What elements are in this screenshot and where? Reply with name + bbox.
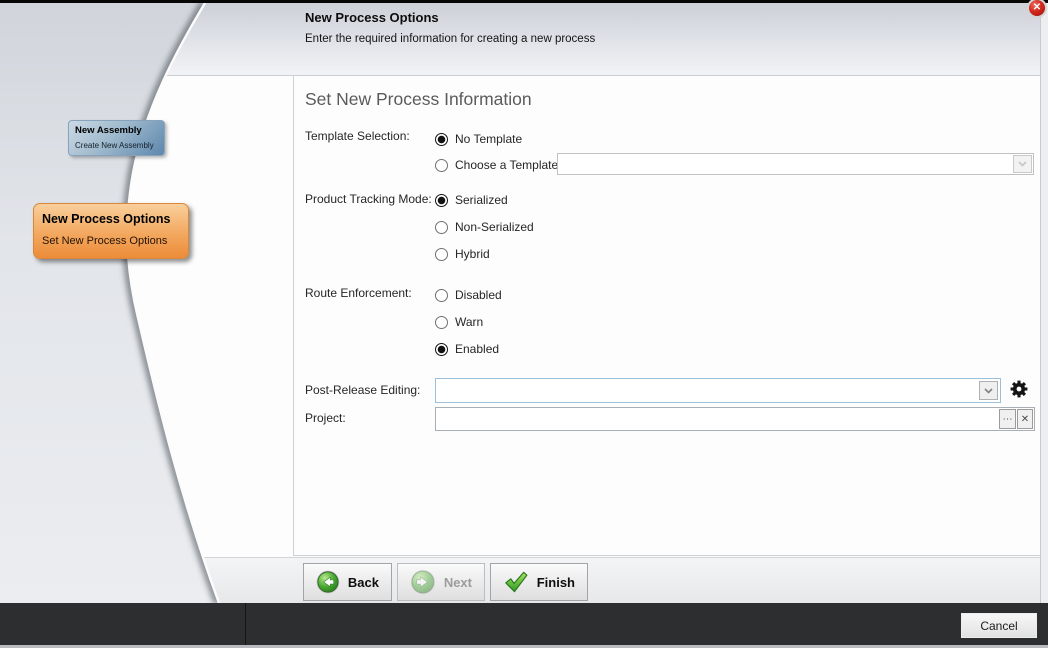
step-title: New Process Options	[42, 212, 180, 226]
radio-button-icon[interactable]	[435, 159, 448, 172]
project-field[interactable]: ⋯ ✕	[435, 407, 1035, 431]
radio-warn[interactable]: Warn	[435, 314, 483, 330]
radio-enabled[interactable]: Enabled	[435, 341, 499, 357]
wizard-step-new-assembly: New Assembly Create New Assembly	[68, 120, 165, 156]
product-tracking-mode-label: Product Tracking Mode:	[305, 192, 432, 206]
template-combobox[interactable]	[557, 153, 1034, 175]
radio-label: No Template	[455, 132, 522, 146]
next-button-label: Next	[444, 575, 472, 590]
radio-button-icon[interactable]	[435, 316, 448, 329]
radio-label: Disabled	[455, 288, 502, 302]
template-selection-label: Template Selection:	[305, 129, 410, 143]
cancel-button[interactable]: Cancel	[961, 613, 1037, 638]
content-panel	[293, 75, 1040, 556]
bottom-dark-bar	[0, 603, 1048, 645]
radio-hybrid[interactable]: Hybrid	[435, 246, 490, 262]
step-title: New Assembly	[75, 125, 158, 136]
ellipsis-icon: ⋯	[1003, 414, 1013, 425]
radio-label: Choose a Template	[455, 158, 558, 172]
project-clear-button[interactable]: ✕	[1017, 409, 1033, 429]
page-title: Set New Process Information	[305, 89, 532, 110]
radio-disabled[interactable]: Disabled	[435, 287, 502, 303]
wizard-step-new-process-options: New Process Options Set New Process Opti…	[33, 203, 189, 259]
radio-label: Hybrid	[455, 247, 490, 261]
step-subtitle: Set New Process Options	[42, 235, 180, 247]
radio-no-template[interactable]: No Template	[435, 131, 522, 147]
dropdown-button[interactable]	[979, 381, 998, 400]
post-release-editing-label: Post-Release Editing:	[305, 383, 420, 397]
window-right-border	[1040, 3, 1048, 603]
project-label: Project:	[305, 411, 346, 425]
close-icon: ✕	[1033, 2, 1041, 13]
radio-button-icon[interactable]	[435, 248, 448, 261]
radio-label: Warn	[455, 315, 483, 329]
back-button-label: Back	[348, 575, 379, 590]
radio-button-icon[interactable]	[435, 221, 448, 234]
window-top-border	[0, 0, 1048, 3]
radio-button-icon[interactable]	[435, 343, 448, 356]
cancel-button-label: Cancel	[980, 619, 1017, 633]
clear-x-icon: ✕	[1021, 414, 1029, 425]
radio-label: Enabled	[455, 342, 499, 356]
wizard-window: New Assembly Create New Assembly New Pro…	[0, 0, 1048, 648]
project-browse-button[interactable]: ⋯	[999, 409, 1016, 429]
dialog-title: New Process Options	[305, 10, 439, 25]
radio-serialized[interactable]: Serialized	[435, 192, 508, 208]
finish-button-label: Finish	[537, 575, 575, 590]
radio-label: Serialized	[455, 193, 508, 207]
finish-button[interactable]: Finish	[490, 563, 588, 601]
radio-non-serialized[interactable]: Non-Serialized	[435, 219, 534, 235]
finish-check-icon	[503, 569, 529, 595]
step-subtitle: Create New Assembly	[75, 141, 158, 150]
wizard-sidebar-curve	[0, 3, 260, 603]
chevron-down-icon	[1018, 161, 1027, 167]
radio-button-icon[interactable]	[435, 133, 448, 146]
radio-button-icon[interactable]	[435, 194, 448, 207]
bottom-bar-divider	[245, 603, 246, 645]
gear-icon[interactable]	[1009, 379, 1029, 399]
next-arrow-icon	[410, 569, 436, 595]
radio-label: Non-Serialized	[455, 220, 534, 234]
back-button[interactable]: Back	[303, 563, 392, 601]
back-arrow-icon	[316, 569, 340, 595]
radio-choose-template[interactable]: Choose a Template	[435, 157, 558, 173]
post-release-editing-combobox[interactable]	[435, 378, 1001, 403]
next-button-disabled[interactable]: Next	[397, 563, 485, 601]
radio-button-icon[interactable]	[435, 289, 448, 302]
dropdown-button[interactable]	[1013, 155, 1032, 173]
dialog-subtitle: Enter the required information for creat…	[305, 33, 595, 45]
chevron-down-icon	[984, 388, 993, 394]
route-enforcement-label: Route Enforcement:	[305, 286, 412, 300]
